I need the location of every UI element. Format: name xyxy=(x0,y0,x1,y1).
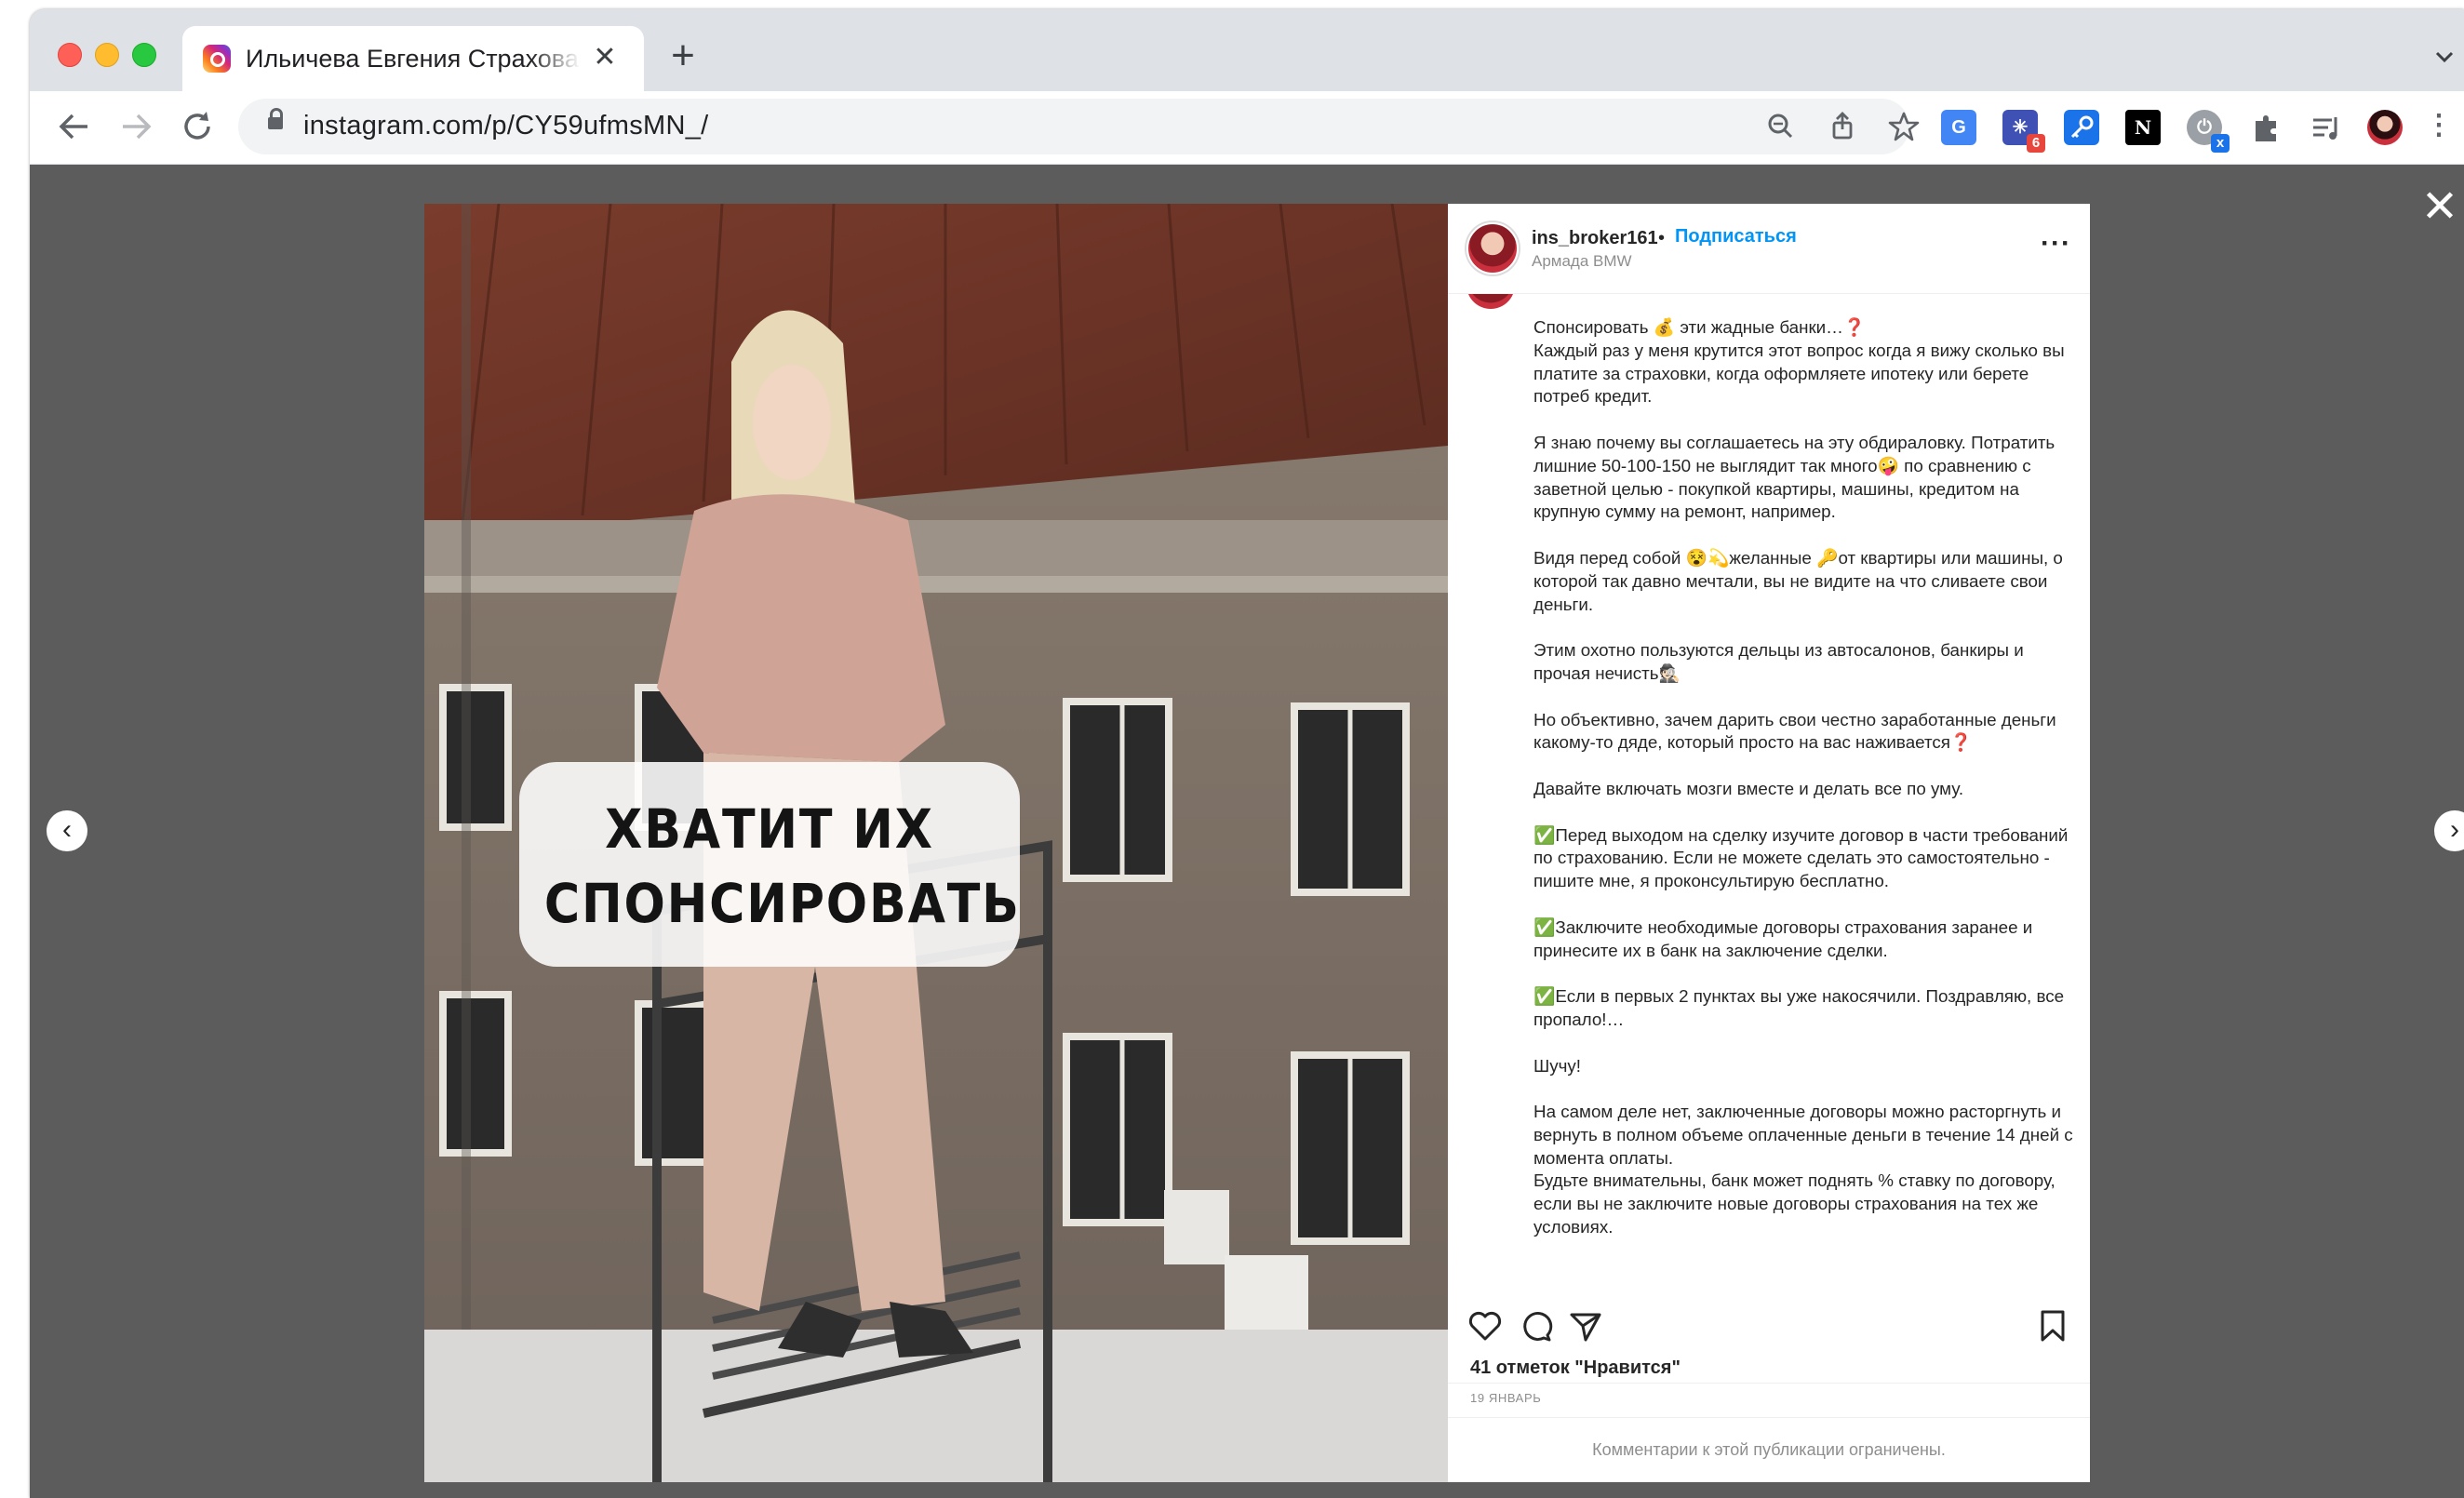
spark-extension-icon[interactable]: ✳ 6 xyxy=(2002,110,2045,153)
close-window-button[interactable] xyxy=(58,43,82,67)
extension-badge: 6 xyxy=(2027,134,2045,153)
comments-restricted-text: Комментарии к этой публикации ограничены… xyxy=(1592,1440,1946,1459)
spark-glyph: ✳ xyxy=(2012,117,2029,138)
caption-paragraph: ✅Перед выходом на сделку изучите договор… xyxy=(1533,824,2069,891)
tab-strip: Ильичева Евгения Страхование ✕ + xyxy=(30,9,2464,91)
caption-paragraph: Видя перед собой 😵💫желанные 🔑от квартиры… xyxy=(1533,547,2063,614)
translate-extension-icon[interactable]: G xyxy=(1941,110,1976,145)
header-separator: • xyxy=(1658,228,1666,248)
back-arrow-icon[interactable] xyxy=(48,100,100,153)
page-content: ✕ ‹ › ХВАТИТ ИХ СПОНСИРОВАТЬ ins_broker1… xyxy=(30,165,2464,1498)
share-icon[interactable] xyxy=(1826,110,1859,143)
likes-count[interactable]: 41 отметок "Нравится" xyxy=(1470,1358,1681,1379)
tab-search-chevron-icon[interactable] xyxy=(2431,43,2458,71)
key-extension-icon[interactable] xyxy=(2064,110,2099,145)
url-text[interactable]: instagram.com/p/CY59ufmsMN_/ xyxy=(303,111,708,141)
comments-restricted-notice: Комментарии к этой публикации ограничены… xyxy=(1448,1417,2090,1483)
new-tab-button[interactable]: + xyxy=(663,35,703,78)
power-extension-icon[interactable]: ⏻ x xyxy=(2187,110,2230,153)
address-bar[interactable]: instagram.com/p/CY59ufmsMN_/ xyxy=(238,99,1920,154)
browser-menu-icon[interactable]: ⋮ xyxy=(2421,110,2457,145)
caption-paragraph: Этим охотно пользуются дельцы из автосал… xyxy=(1533,640,2024,683)
author-username[interactable]: ins_broker161 xyxy=(1532,228,1658,249)
caption-paragraph: ✅Если в первых 2 пунктах вы уже накосячи… xyxy=(1533,986,2065,1029)
profile-avatar[interactable] xyxy=(2367,110,2403,145)
more-options-icon[interactable]: ··· xyxy=(2041,228,2071,260)
image-headline-line-2: СПОНСИРОВАТЬ xyxy=(543,872,1021,935)
tab-title: Ильичева Евгения Страхование xyxy=(246,45,581,73)
reload-icon[interactable] xyxy=(171,100,223,153)
post-header: ins_broker161 • Подписаться Армада BMW ·… xyxy=(1448,204,2090,294)
next-post-button[interactable]: › xyxy=(2434,810,2464,851)
post-location[interactable]: Армада BMW xyxy=(1532,252,1632,271)
browser-toolbar: instagram.com/p/CY59ufmsMN_/ G ✳ 6 N ⏻ x xyxy=(30,91,2464,165)
caption-paragraph: Но объективно, зачем дарить свои честно … xyxy=(1533,709,2056,753)
caption-paragraph: Шучу! xyxy=(1533,1055,1581,1076)
image-headline-card: ХВАТИТ ИХ СПОНСИРОВАТЬ xyxy=(519,762,1020,967)
zoom-out-icon[interactable] xyxy=(1764,110,1798,143)
post-photo: ХВАТИТ ИХ СПОНСИРОВАТЬ xyxy=(424,204,1448,1482)
prev-post-button[interactable]: ‹ xyxy=(47,810,87,851)
tab-close-button[interactable]: ✕ xyxy=(588,41,622,74)
caption-scroll-area[interactable]: Спонсировать 💰 эти жадные банки…❓ Каждый… xyxy=(1448,294,2090,1384)
author-avatar[interactable] xyxy=(1466,222,1519,274)
caption-paragraph: ✅Заключите необходимые договоры страхова… xyxy=(1533,916,2033,960)
caption-author-avatar[interactable] xyxy=(1466,294,1515,309)
notion-extension-icon[interactable]: N xyxy=(2125,110,2161,145)
puzzle-extensions-icon[interactable] xyxy=(2248,110,2283,145)
share-paper-plane-icon[interactable] xyxy=(1567,1307,1604,1344)
forward-arrow-icon[interactable] xyxy=(110,100,162,153)
post-modal: ХВАТИТ ИХ СПОНСИРОВАТЬ ins_broker161 • П… xyxy=(424,204,2090,1482)
browser-window: Ильичева Евгения Страхование ✕ + instagr… xyxy=(30,9,2464,1498)
caption-paragraph: Я знаю почему вы соглашаетесь на эту обд… xyxy=(1533,432,2056,522)
extension-badge-x: x xyxy=(2211,134,2230,153)
caption-paragraph: На самом деле нет, заключенные договоры … xyxy=(1533,1102,2073,1237)
post-sidebar: ins_broker161 • Подписаться Армада BMW ·… xyxy=(1448,204,2090,1482)
caption-paragraph: Спонсировать 💰 эти жадные банки…❓ Каждый… xyxy=(1533,317,2065,407)
caption-paragraph: Давайте включать мозги вместе и делать в… xyxy=(1533,778,1964,798)
post-caption: Спонсировать 💰 эти жадные банки…❓ Каждый… xyxy=(1533,316,2073,1263)
like-heart-icon[interactable] xyxy=(1466,1307,1504,1344)
minimize-window-button[interactable] xyxy=(95,43,119,67)
comment-bubble-icon[interactable] xyxy=(1517,1307,1554,1344)
power-glyph: ⏻ xyxy=(2197,117,2212,138)
maximize-window-button[interactable] xyxy=(132,43,156,67)
post-actions xyxy=(1448,1291,2090,1346)
lock-icon[interactable] xyxy=(268,108,283,129)
instagram-favicon-icon xyxy=(203,45,231,73)
bookmark-star-icon[interactable] xyxy=(1887,110,1921,143)
image-headline-line-1: ХВАТИТ ИХ xyxy=(605,797,934,861)
tab-instagram[interactable]: Ильичева Евгения Страхование ✕ xyxy=(182,26,644,91)
media-queue-icon[interactable] xyxy=(2308,110,2343,145)
close-modal-icon[interactable]: ✕ xyxy=(2419,185,2460,230)
save-bookmark-icon[interactable] xyxy=(2034,1307,2071,1344)
follow-button[interactable]: Подписаться xyxy=(1675,226,1797,247)
post-date[interactable]: 19 ЯНВАРЬ xyxy=(1470,1391,1541,1405)
